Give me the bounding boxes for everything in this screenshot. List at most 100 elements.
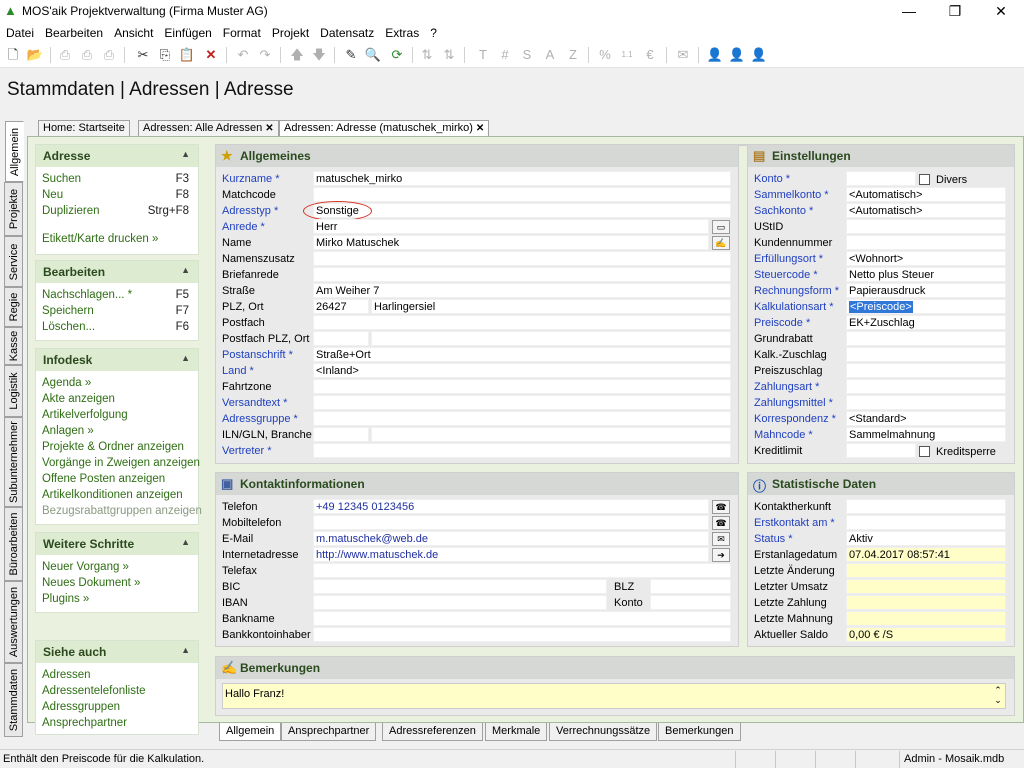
- briefanrede-field[interactable]: [313, 267, 731, 282]
- menu-bearbeiten[interactable]: Bearbeiten: [39, 24, 108, 41]
- print-icon[interactable]: ⎙: [56, 46, 74, 64]
- sidebar-item-akte[interactable]: Akte anzeigen: [36, 391, 198, 407]
- vertreter-field[interactable]: [313, 443, 731, 458]
- adressgruppe-field[interactable]: [313, 411, 731, 426]
- collapse-icon[interactable]: ▲: [181, 149, 190, 159]
- cut-icon[interactable]: ✂: [134, 46, 152, 64]
- collapse-icon[interactable]: ▲: [181, 353, 190, 363]
- einstellung-field[interactable]: <Preiscode>: [846, 299, 1006, 314]
- mail-off-icon[interactable]: ✉: [674, 46, 692, 64]
- menu-projekt[interactable]: Projekt: [266, 24, 314, 41]
- copy-icon[interactable]: ⎘: [156, 46, 174, 64]
- arrow-down-icon[interactable]: 🡇: [310, 46, 328, 64]
- konto-field[interactable]: [650, 595, 731, 610]
- mobile-phone-icon[interactable]: ☎: [712, 516, 730, 530]
- anrede-picker-icon[interactable]: ▭: [712, 220, 730, 234]
- hash-format-icon[interactable]: #: [496, 46, 514, 64]
- sidebar-item-neuer-vorgang[interactable]: Neuer Vorgang »: [36, 559, 198, 575]
- einstellung-field[interactable]: [846, 219, 1006, 234]
- kreditsperre-checkbox[interactable]: [919, 446, 930, 457]
- doctab-startseite[interactable]: Home: Startseite: [38, 120, 130, 136]
- minimize-button[interactable]: —: [886, 0, 932, 24]
- sidebar-item-speichern[interactable]: Speichern F7: [36, 303, 198, 319]
- email-field[interactable]: m.matuschek@web.de: [313, 531, 709, 546]
- statistik-field[interactable]: 0,00 € /S: [846, 627, 1006, 642]
- strasse-field[interactable]: Am Weiher 7: [313, 283, 731, 298]
- arrow-up-icon[interactable]: 🡅: [288, 46, 306, 64]
- einstellung-field[interactable]: [846, 235, 1006, 250]
- scroll-up-down-icon[interactable]: ⌃ ⌄: [993, 685, 1003, 705]
- iban-field[interactable]: [313, 595, 607, 610]
- vtab-subunternehmer[interactable]: Subunternehmer: [4, 417, 23, 507]
- internet-field[interactable]: http://www.matuschek.de: [313, 547, 709, 562]
- statistik-field[interactable]: [846, 611, 1006, 626]
- menu-ansicht[interactable]: Ansicht: [108, 24, 158, 41]
- sidebar-header[interactable]: Siehe auch ▲: [36, 641, 198, 663]
- btab-merkmale[interactable]: Merkmale: [485, 723, 548, 741]
- telefon-field[interactable]: +49 12345 0123456: [313, 499, 709, 514]
- btab-bemerkungen[interactable]: Bemerkungen: [658, 723, 741, 741]
- einstellung-field[interactable]: Papierausdruck: [846, 283, 1006, 298]
- close-tab-icon[interactable]: ✕: [265, 123, 273, 134]
- search-icon[interactable]: 🔍: [364, 46, 382, 64]
- btab-adressreferenzen[interactable]: Adressreferenzen: [382, 723, 483, 741]
- einstellung-field[interactable]: EK+Zuschlag: [846, 315, 1006, 330]
- sidebar-item-offene-posten[interactable]: Offene Posten anzeigen: [36, 471, 198, 487]
- vtab-projekte[interactable]: Projekte: [4, 182, 23, 236]
- adresstyp-field[interactable]: Sonstige: [313, 203, 731, 218]
- doctab-adresse[interactable]: Adressen: Adresse (matuschek_mirko) ✕: [279, 120, 490, 137]
- menu-datensatz[interactable]: Datensatz: [314, 24, 379, 41]
- einstellung-field[interactable]: <Automatisch>: [846, 203, 1006, 218]
- vtab-stammdaten[interactable]: Stammdaten: [4, 663, 23, 737]
- print-setup-icon[interactable]: ⎙: [100, 46, 118, 64]
- btab-verrechnungssaetze[interactable]: Verrechnungssätze: [549, 723, 658, 741]
- menu-datei[interactable]: Datei: [0, 24, 39, 41]
- doctab-alle-adressen[interactable]: Adressen: Alle Adressen ✕: [138, 120, 279, 136]
- versandtext-field[interactable]: [313, 395, 731, 410]
- a-format-icon[interactable]: A: [541, 46, 559, 64]
- vtab-logistik[interactable]: Logistik: [4, 365, 23, 417]
- sidebar-item-nachschlagen[interactable]: Nachschlagen... * F5: [36, 287, 198, 303]
- namenszusatz-field[interactable]: [313, 251, 731, 266]
- close-button[interactable]: ✕: [978, 0, 1024, 24]
- einstellung-field[interactable]: [846, 331, 1006, 346]
- sidebar-header[interactable]: Weitere Schritte ▲: [36, 533, 198, 555]
- decimal-icon[interactable]: 1.1: [618, 46, 636, 64]
- sidebar-header[interactable]: Infodesk ▲: [36, 349, 198, 371]
- bankname-field[interactable]: [313, 611, 731, 626]
- einstellung-field[interactable]: <Standard>: [846, 411, 1006, 426]
- sidebar-item-neues-dokument[interactable]: Neues Dokument »: [36, 575, 198, 591]
- print-preview-icon[interactable]: ⎙: [78, 46, 96, 64]
- name-field[interactable]: Mirko Matuschek: [313, 235, 709, 250]
- vtab-auswertungen[interactable]: Auswertungen: [4, 581, 23, 663]
- sort-desc-icon[interactable]: ⇅: [440, 46, 458, 64]
- mobil-field[interactable]: [313, 515, 709, 530]
- close-tab-icon[interactable]: ✕: [476, 123, 484, 134]
- sidebar-item-suchen[interactable]: Suchen F3: [36, 171, 198, 187]
- einstellung-field[interactable]: <Automatisch>: [846, 187, 1006, 202]
- sidebar-item-adressentelefonliste[interactable]: Adressentelefonliste: [36, 683, 198, 699]
- menu-help[interactable]: ?: [424, 24, 442, 41]
- statistik-field[interactable]: 07.04.2017 08:57:41: [846, 547, 1006, 562]
- signature-icon[interactable]: ✍: [712, 236, 730, 250]
- blz-field[interactable]: [650, 579, 731, 594]
- sidebar-item-adressen[interactable]: Adressen: [36, 667, 198, 683]
- sidebar-item-duplizieren[interactable]: Duplizieren Strg+F8: [36, 203, 198, 219]
- phone-icon[interactable]: ☎: [712, 500, 730, 514]
- refresh-icon[interactable]: ⟳: [388, 46, 406, 64]
- einstellung-field[interactable]: [846, 379, 1006, 394]
- sidebar-item-ansprechpartner[interactable]: Ansprechpartner: [36, 715, 198, 731]
- open-icon[interactable]: 📂: [26, 46, 44, 64]
- collapse-icon[interactable]: ▲: [181, 645, 190, 655]
- sidebar-item-artikelverfolgung[interactable]: Artikelverfolgung: [36, 407, 198, 423]
- arrow-right-icon[interactable]: ➔: [712, 548, 730, 562]
- sidebar-item-plugins[interactable]: Plugins »: [36, 591, 198, 607]
- statistik-field[interactable]: Aktiv: [846, 531, 1006, 546]
- einstellung-field[interactable]: Netto plus Steuer: [846, 267, 1006, 282]
- postfach-ort-field[interactable]: [371, 331, 731, 346]
- vtab-kasse[interactable]: Kasse: [4, 327, 23, 365]
- sort-asc-icon[interactable]: ⇅: [418, 46, 436, 64]
- iln-field[interactable]: [313, 427, 369, 442]
- sidebar-item-vorgaenge[interactable]: Vorgänge in Zweigen anzeigen: [36, 455, 200, 471]
- sidebar-header[interactable]: Adresse ▲: [36, 145, 198, 167]
